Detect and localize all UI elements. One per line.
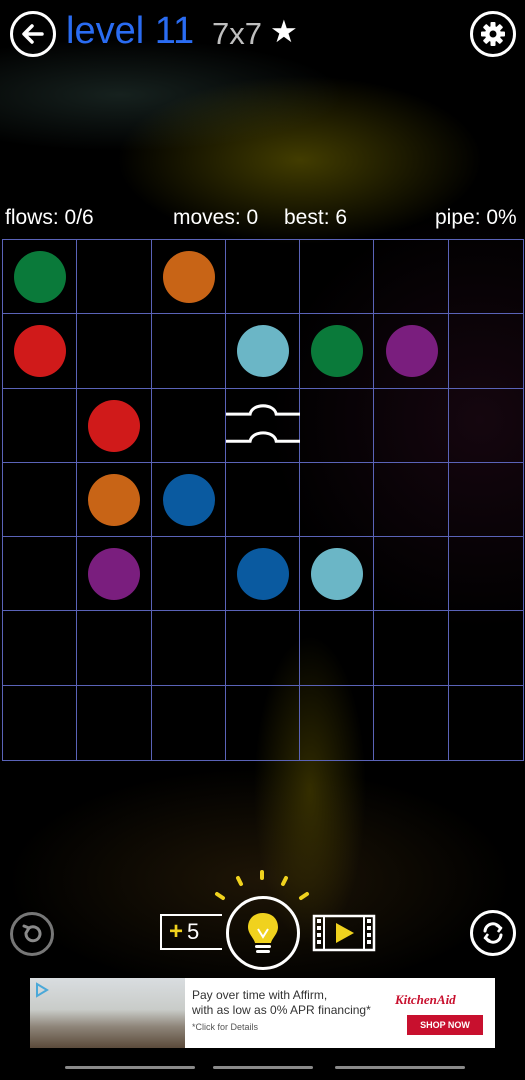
grid-cell[interactable] — [225, 611, 301, 686]
grid-cell[interactable] — [152, 685, 226, 760]
grid-cell[interactable] — [77, 611, 152, 686]
grid-cell[interactable] — [3, 611, 78, 686]
grid-cell[interactable] — [448, 611, 523, 686]
grid-cell[interactable] — [300, 388, 375, 463]
dot-purple[interactable] — [385, 325, 438, 378]
grid-cell[interactable] — [300, 685, 375, 760]
ad-brand: KitchenAid — [395, 992, 456, 1007]
grid-cell[interactable] — [448, 389, 523, 463]
grid-cell[interactable] — [3, 388, 78, 463]
grid-cell[interactable] — [300, 462, 375, 538]
pipe-percent: pipe: 0% — [435, 206, 517, 229]
grid-cell[interactable] — [374, 388, 449, 463]
bridge-icon — [225, 403, 301, 443]
header: level 11 7x7 ★ — [0, 0, 525, 66]
restart-icon — [483, 922, 503, 944]
grid-cell[interactable] — [225, 240, 301, 315]
dot-green[interactable] — [14, 251, 67, 304]
film-play-icon — [312, 914, 376, 952]
grid-cell[interactable] — [225, 462, 301, 538]
grid-cell[interactable] — [151, 611, 226, 686]
ad-banner[interactable]: Pay over time with Affirm, with as low a… — [30, 978, 495, 1048]
grid-cell[interactable] — [151, 314, 226, 389]
grid-cell[interactable] — [300, 240, 375, 315]
star-icon: ★ — [270, 14, 298, 49]
lightbulb-icon — [248, 913, 278, 953]
dot-blue[interactable] — [162, 474, 215, 526]
grid-cell[interactable] — [448, 537, 523, 612]
grid-cell[interactable] — [374, 685, 449, 760]
game-board[interactable] — [2, 239, 524, 761]
grid-cell[interactable] — [300, 611, 375, 686]
settings-button[interactable] — [470, 11, 516, 57]
grid-cell[interactable] — [77, 240, 152, 315]
dot-blue[interactable] — [237, 548, 289, 601]
nav-pill-right — [335, 1066, 465, 1069]
gear-icon — [481, 22, 505, 46]
grid-cell[interactable] — [3, 685, 78, 760]
hint-button[interactable] — [226, 896, 300, 970]
best-count: best: 6 — [284, 206, 348, 229]
nav-pill-left — [65, 1066, 195, 1069]
plus-sign: + — [169, 918, 184, 945]
restart-button[interactable] — [470, 910, 516, 956]
grid-cell[interactable] — [374, 240, 449, 315]
grid-cell[interactable] — [3, 462, 78, 538]
undo-button[interactable] — [10, 912, 54, 956]
arrow-left-icon — [22, 24, 44, 44]
controls-bar: + 5 — [0, 860, 525, 970]
grid-cell[interactable] — [77, 314, 152, 389]
adchoices-icon[interactable] — [34, 982, 50, 998]
ad-image — [30, 978, 185, 1048]
flows-count: flows: 0/6 — [5, 206, 94, 229]
grid-cell[interactable] — [77, 685, 152, 760]
grid-cell[interactable] — [448, 314, 523, 389]
level-title: level 11 — [66, 10, 195, 52]
grid-cell[interactable] — [449, 686, 523, 760]
ad-copy: Pay over time with Affirm, with as low a… — [192, 988, 402, 1035]
back-button[interactable] — [10, 11, 56, 57]
grid-cell[interactable] — [226, 685, 301, 760]
ad-line-1: Pay over time with Affirm, — [192, 988, 328, 1002]
undo-icon — [22, 924, 42, 943]
grid-cell[interactable] — [374, 611, 449, 686]
hint-count-badge[interactable]: + 5 — [160, 914, 222, 950]
hint-count: 5 — [187, 919, 200, 944]
ad-line-2: with as low as 0% APR financing* — [192, 1003, 371, 1017]
dot-red[interactable] — [88, 399, 141, 452]
grid-cell[interactable] — [448, 463, 523, 538]
grid-cell[interactable] — [374, 537, 449, 612]
video-hint-button[interactable] — [312, 914, 376, 952]
dot-orange[interactable] — [162, 251, 215, 304]
grid-cell[interactable] — [374, 462, 449, 538]
ad-details: *Click for Details — [192, 1022, 259, 1032]
grid-cell[interactable] — [448, 240, 523, 315]
ad-cta-button[interactable]: SHOP NOW — [407, 1015, 483, 1035]
grid-cell[interactable] — [3, 537, 78, 612]
moves-count: moves: 0 — [173, 206, 259, 229]
level-size: 7x7 — [212, 16, 262, 51]
grid-cell[interactable] — [151, 388, 226, 463]
grid-cell[interactable] — [151, 537, 226, 612]
nav-pill-center — [213, 1066, 313, 1069]
